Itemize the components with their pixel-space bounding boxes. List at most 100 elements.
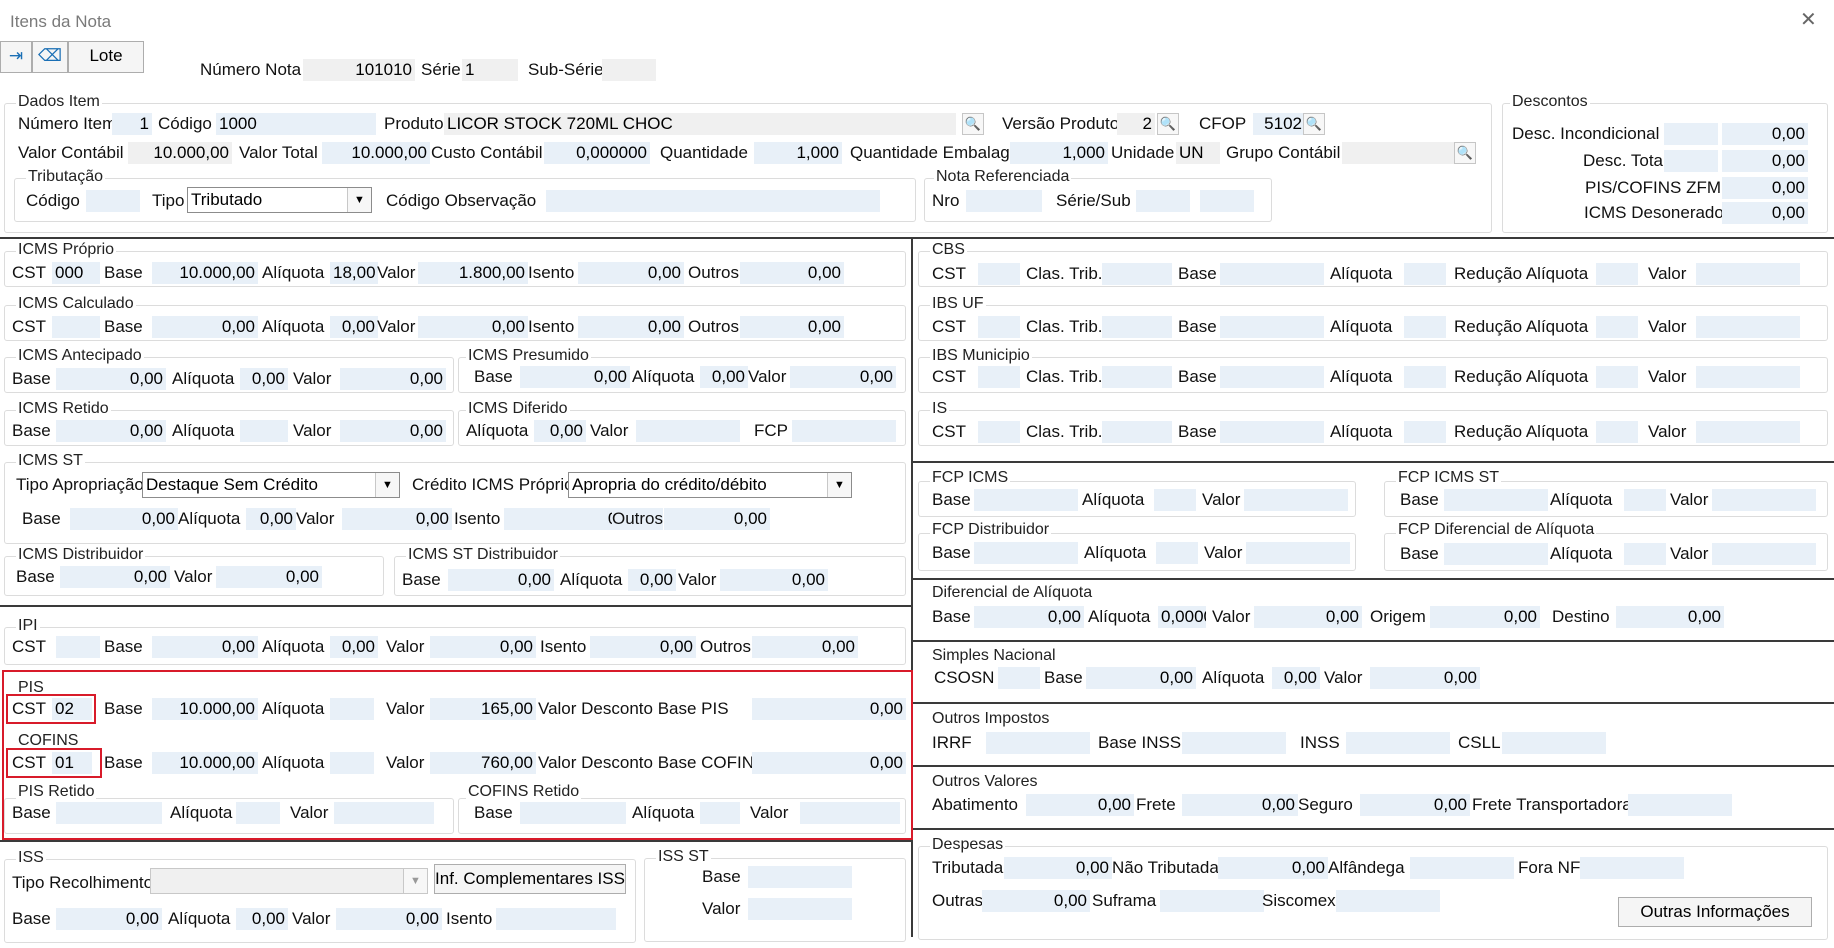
ibs-mun-reducao-field[interactable]: [1596, 366, 1638, 388]
quantidade-field[interactable]: 1,000: [754, 142, 842, 164]
cfop-search-icon[interactable]: 🔍: [1303, 113, 1325, 135]
simples-aliq-field[interactable]: 0,00: [1272, 667, 1320, 689]
is-base-field[interactable]: [1220, 421, 1324, 443]
icms-presumido-valor-field[interactable]: 0,00: [790, 366, 896, 388]
inss-field[interactable]: [1346, 732, 1450, 754]
icms-dist-base-field[interactable]: 0,00: [60, 566, 170, 588]
abatimento-field[interactable]: 0,00: [1026, 794, 1134, 816]
icms-st-aliq-field[interactable]: 0,00: [246, 508, 296, 530]
numero-nota-field[interactable]: 101010: [303, 59, 415, 81]
ibs-mun-clas-field[interactable]: [1102, 366, 1172, 388]
icms-calc-isento-field[interactable]: 0,00: [578, 316, 684, 338]
is-valor-field[interactable]: [1696, 421, 1800, 443]
fcp-icms-st-valor-field[interactable]: [1712, 489, 1816, 511]
cbs-base-field[interactable]: [1220, 263, 1324, 285]
siscomex-field[interactable]: [1336, 890, 1440, 912]
numero-item-field[interactable]: 1: [112, 113, 152, 135]
tipo-apropriacao-select[interactable]: Destaque Sem Crédito ▼: [142, 472, 400, 498]
grupo-search-icon[interactable]: 🔍: [1454, 142, 1476, 164]
cbs-valor-field[interactable]: [1696, 263, 1800, 285]
cfop-field[interactable]: 5102: [1253, 113, 1305, 135]
ibs-uf-valor-field[interactable]: [1696, 316, 1800, 338]
ibs-mun-valor-field[interactable]: [1696, 366, 1800, 388]
fcp-icms-st-aliq-field[interactable]: [1624, 489, 1666, 511]
valor-contabil-field[interactable]: 10.000,00: [128, 142, 232, 164]
icms-st-valor-field[interactable]: 0,00: [342, 508, 452, 530]
desc-total-field[interactable]: 0,00: [1722, 150, 1808, 172]
icms-antecipado-aliq-field[interactable]: 0,00: [240, 368, 288, 390]
trib-obs-field[interactable]: [546, 190, 880, 212]
dif-aliq-origem-field[interactable]: 0,00: [1430, 606, 1540, 628]
credito-icms-select[interactable]: Apropria do crédito/débito ▼: [568, 472, 852, 498]
is-reducao-field[interactable]: [1596, 421, 1638, 443]
ibs-uf-cst-field[interactable]: [978, 316, 1020, 338]
icms-presumido-aliq-field[interactable]: 0,00: [700, 366, 748, 388]
icms-diferido-fcp-field[interactable]: [792, 420, 896, 442]
ipi-aliq-field[interactable]: 0,00: [330, 636, 378, 658]
icms-retido-valor-field[interactable]: 0,00: [340, 420, 446, 442]
ibs-uf-aliq-field[interactable]: [1404, 316, 1446, 338]
icms-calc-cst-field[interactable]: [52, 316, 100, 338]
desc-incondicional-aux[interactable]: [1664, 123, 1718, 145]
ibs-mun-cst-field[interactable]: [978, 366, 1020, 388]
iss-valor-field[interactable]: 0,00: [336, 908, 442, 930]
cbs-aliq-field[interactable]: [1404, 263, 1446, 285]
nao-tributada-field[interactable]: 0,00: [1218, 857, 1328, 879]
ibs-uf-base-field[interactable]: [1220, 316, 1324, 338]
grupo-contabil-field[interactable]: [1342, 142, 1454, 164]
tributada-field[interactable]: 0,00: [1004, 857, 1112, 879]
outras-informacoes-button[interactable]: Outras Informações: [1618, 897, 1812, 927]
icms-retido-base-field[interactable]: 0,00: [56, 420, 166, 442]
icms-proprio-isento-field[interactable]: 0,00: [578, 262, 684, 284]
icms-proprio-valor-field[interactable]: 1.800,00: [418, 262, 528, 284]
eraser-button[interactable]: ⌫: [32, 41, 68, 73]
versao-field[interactable]: 2: [1117, 113, 1155, 135]
ipi-valor-field[interactable]: 0,00: [430, 636, 536, 658]
icms-presumido-base-field[interactable]: 0,00: [520, 366, 630, 388]
desc-incondicional-field[interactable]: 0,00: [1722, 123, 1808, 145]
lote-button[interactable]: Lote: [68, 41, 144, 73]
nota-ref-serie-field[interactable]: [1136, 190, 1190, 212]
iss-st-base-field[interactable]: [748, 866, 852, 888]
ipi-base-field[interactable]: 0,00: [152, 636, 258, 658]
trib-tipo-select[interactable]: Tributado ▼: [187, 187, 372, 213]
is-cst-field[interactable]: [978, 421, 1020, 443]
nota-ref-nro-field[interactable]: [966, 190, 1042, 212]
simples-valor-field[interactable]: 0,00: [1370, 667, 1480, 689]
serie-field[interactable]: 1: [462, 59, 518, 81]
inf-complementares-iss-button[interactable]: Inf. Complementares ISS: [434, 864, 626, 894]
fcp-dif-aliq-field[interactable]: [1624, 543, 1666, 565]
fcp-icms-st-base-field[interactable]: [1444, 489, 1548, 511]
seguro-field[interactable]: 0,00: [1360, 794, 1470, 816]
iss-base-field[interactable]: 0,00: [56, 908, 162, 930]
icms-dist-valor-field[interactable]: 0,00: [216, 566, 322, 588]
icms-st-dist-base-field[interactable]: 0,00: [448, 569, 554, 591]
icms-st-base-field[interactable]: 0,00: [70, 508, 178, 530]
desc-total-aux[interactable]: [1664, 150, 1718, 172]
cbs-cst-field[interactable]: [978, 263, 1020, 285]
icms-desonerado-field[interactable]: 0,00: [1722, 202, 1808, 224]
icms-antecipado-valor-field[interactable]: 0,00: [340, 368, 446, 390]
icms-st-dist-valor-field[interactable]: 0,00: [720, 569, 828, 591]
dif-aliq-aliq-field[interactable]: 0,0000: [1158, 606, 1206, 628]
icms-calc-valor-field[interactable]: 0,00: [418, 316, 528, 338]
icms-diferido-aliq-field[interactable]: 0,00: [534, 420, 586, 442]
icms-calc-aliq-field[interactable]: 0,00: [330, 316, 378, 338]
icms-proprio-base-field[interactable]: 10.000,00: [152, 262, 258, 284]
iss-st-valor-field[interactable]: [748, 898, 852, 920]
ibs-mun-base-field[interactable]: [1220, 366, 1324, 388]
zfm-field[interactable]: 0,00: [1722, 177, 1808, 199]
ibs-uf-reducao-field[interactable]: [1596, 316, 1638, 338]
outras-field[interactable]: 0,00: [982, 890, 1090, 912]
fcp-dist-valor-field[interactable]: [1246, 542, 1350, 564]
ipi-cst-field[interactable]: [56, 636, 100, 658]
cbs-clas-field[interactable]: [1102, 263, 1172, 285]
frete-field[interactable]: 0,00: [1182, 794, 1298, 816]
custo-contabil-field[interactable]: 0,000000: [544, 142, 650, 164]
icms-retido-aliq-field[interactable]: [240, 420, 288, 442]
suframa-field[interactable]: [1160, 890, 1264, 912]
ipi-isento-field[interactable]: 0,00: [590, 636, 696, 658]
icms-proprio-aliq-field[interactable]: 18,00: [330, 262, 378, 284]
is-aliq-field[interactable]: [1404, 421, 1446, 443]
dif-aliq-destino-field[interactable]: 0,00: [1616, 606, 1724, 628]
